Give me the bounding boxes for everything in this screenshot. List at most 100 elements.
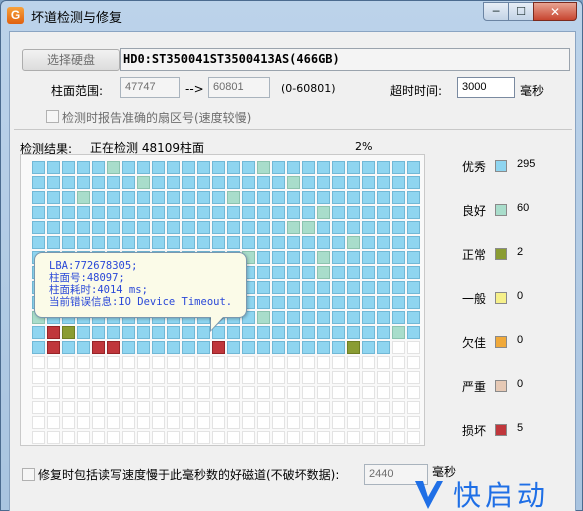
cell-excellent[interactable] <box>377 176 390 189</box>
cell-excellent[interactable] <box>317 236 330 249</box>
cell-excellent[interactable] <box>332 311 345 324</box>
cell-unscanned[interactable] <box>152 356 165 369</box>
cell-bad[interactable] <box>212 341 225 354</box>
cell-unscanned[interactable] <box>407 401 420 414</box>
cell-excellent[interactable] <box>302 311 315 324</box>
cell-excellent[interactable] <box>197 236 210 249</box>
cell-unscanned[interactable] <box>47 386 60 399</box>
cell-unscanned[interactable] <box>107 371 120 384</box>
cell-unscanned[interactable] <box>32 431 45 444</box>
cell-unscanned[interactable] <box>332 431 345 444</box>
cell-excellent[interactable] <box>122 326 135 339</box>
cell-excellent[interactable] <box>362 311 375 324</box>
cell-excellent[interactable] <box>197 326 210 339</box>
cell-excellent[interactable] <box>287 341 300 354</box>
cell-excellent[interactable] <box>287 266 300 279</box>
cell-excellent[interactable] <box>362 296 375 309</box>
cell-excellent[interactable] <box>377 296 390 309</box>
cell-unscanned[interactable] <box>242 386 255 399</box>
cell-unscanned[interactable] <box>137 356 150 369</box>
cell-excellent[interactable] <box>32 326 45 339</box>
cell-excellent[interactable] <box>392 281 405 294</box>
cell-excellent[interactable] <box>272 221 285 234</box>
cell-unscanned[interactable] <box>332 371 345 384</box>
cell-good[interactable] <box>137 176 150 189</box>
cell-unscanned[interactable] <box>122 431 135 444</box>
cell-excellent[interactable] <box>137 206 150 219</box>
cell-excellent[interactable] <box>137 161 150 174</box>
cell-good[interactable] <box>257 311 270 324</box>
cell-unscanned[interactable] <box>317 401 330 414</box>
cell-excellent[interactable] <box>407 281 420 294</box>
cell-unscanned[interactable] <box>32 401 45 414</box>
cell-excellent[interactable] <box>152 236 165 249</box>
cell-unscanned[interactable] <box>407 341 420 354</box>
cell-excellent[interactable] <box>272 341 285 354</box>
cell-unscanned[interactable] <box>302 371 315 384</box>
cell-excellent[interactable] <box>137 191 150 204</box>
cell-good[interactable] <box>107 161 120 174</box>
cell-excellent[interactable] <box>272 191 285 204</box>
cell-excellent[interactable] <box>392 251 405 264</box>
cell-unscanned[interactable] <box>317 431 330 444</box>
cell-excellent[interactable] <box>92 161 105 174</box>
cell-unscanned[interactable] <box>227 401 240 414</box>
cell-excellent[interactable] <box>332 251 345 264</box>
cell-excellent[interactable] <box>77 206 90 219</box>
cell-unscanned[interactable] <box>392 401 405 414</box>
cell-excellent[interactable] <box>152 191 165 204</box>
cell-unscanned[interactable] <box>197 386 210 399</box>
cell-excellent[interactable] <box>77 161 90 174</box>
cell-unscanned[interactable] <box>182 401 195 414</box>
cell-excellent[interactable] <box>257 281 270 294</box>
cell-excellent[interactable] <box>392 191 405 204</box>
cell-unscanned[interactable] <box>152 431 165 444</box>
cell-excellent[interactable] <box>92 326 105 339</box>
cell-excellent[interactable] <box>122 206 135 219</box>
cell-unscanned[interactable] <box>302 386 315 399</box>
cell-excellent[interactable] <box>332 326 345 339</box>
cell-excellent[interactable] <box>407 266 420 279</box>
cell-good[interactable] <box>77 191 90 204</box>
cell-excellent[interactable] <box>377 161 390 174</box>
cell-excellent[interactable] <box>332 221 345 234</box>
cell-excellent[interactable] <box>62 236 75 249</box>
cell-excellent[interactable] <box>362 341 375 354</box>
cell-excellent[interactable] <box>347 296 360 309</box>
cell-excellent[interactable] <box>77 326 90 339</box>
cell-unscanned[interactable] <box>212 401 225 414</box>
cell-excellent[interactable] <box>62 161 75 174</box>
cell-excellent[interactable] <box>317 191 330 204</box>
cell-excellent[interactable] <box>407 236 420 249</box>
cell-excellent[interactable] <box>287 251 300 264</box>
cell-excellent[interactable] <box>137 236 150 249</box>
cell-unscanned[interactable] <box>407 431 420 444</box>
minimize-button[interactable]: ─ <box>483 2 509 21</box>
cell-excellent[interactable] <box>242 206 255 219</box>
cell-excellent[interactable] <box>227 176 240 189</box>
cell-excellent[interactable] <box>332 296 345 309</box>
cell-unscanned[interactable] <box>92 356 105 369</box>
cell-unscanned[interactable] <box>77 401 90 414</box>
cell-excellent[interactable] <box>122 191 135 204</box>
timeout-input[interactable]: 3000 <box>457 77 515 98</box>
cell-unscanned[interactable] <box>32 371 45 384</box>
cell-excellent[interactable] <box>167 236 180 249</box>
cell-unscanned[interactable] <box>77 386 90 399</box>
cell-unscanned[interactable] <box>62 431 75 444</box>
cell-excellent[interactable] <box>287 206 300 219</box>
cell-unscanned[interactable] <box>92 431 105 444</box>
cell-unscanned[interactable] <box>257 416 270 429</box>
cell-excellent[interactable] <box>302 251 315 264</box>
cell-excellent[interactable] <box>392 296 405 309</box>
cell-excellent[interactable] <box>407 296 420 309</box>
cell-excellent[interactable] <box>377 236 390 249</box>
cell-excellent[interactable] <box>407 311 420 324</box>
cell-unscanned[interactable] <box>227 371 240 384</box>
cell-excellent[interactable] <box>122 176 135 189</box>
cell-unscanned[interactable] <box>47 371 60 384</box>
cell-unscanned[interactable] <box>122 386 135 399</box>
cell-excellent[interactable] <box>257 206 270 219</box>
cell-excellent[interactable] <box>32 191 45 204</box>
cell-excellent[interactable] <box>362 281 375 294</box>
